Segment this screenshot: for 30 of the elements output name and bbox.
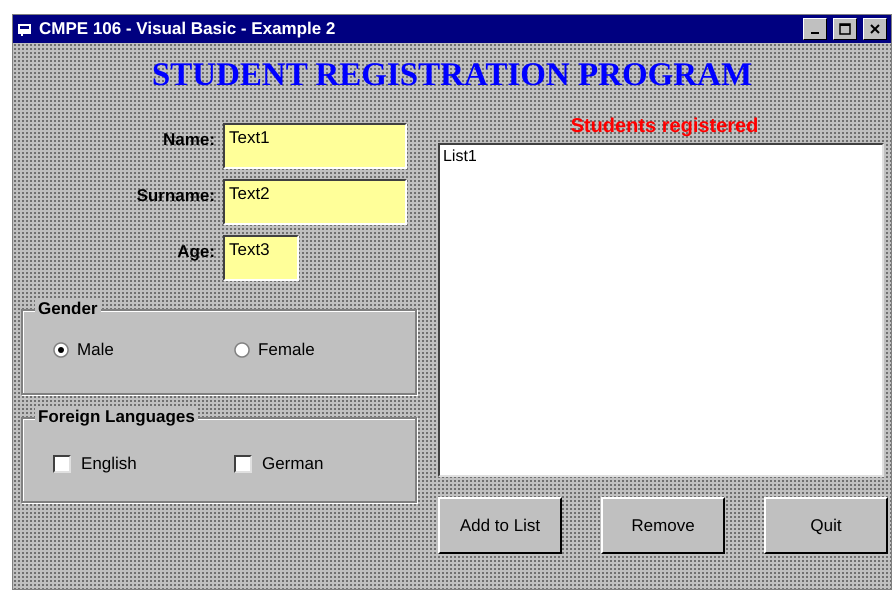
group-title: Foreign Languages [35, 407, 198, 427]
list-title: Students registered [570, 114, 758, 139]
program-heading: STUDENT REGISTRATION PROGRAM [152, 56, 752, 96]
command-button[interactable]: Remove [601, 497, 725, 554]
list-item[interactable]: List1 [443, 145, 879, 169]
radio-label: Male [77, 339, 114, 361]
checkbox[interactable] [234, 455, 252, 473]
app-icon [17, 22, 33, 36]
command-button[interactable]: Quit [764, 497, 888, 554]
student-list[interactable]: List1 [438, 143, 884, 477]
close-icon [869, 23, 881, 35]
text-field[interactable]: Text1 [223, 123, 407, 169]
checkbox-label: German [262, 453, 324, 476]
command-button[interactable]: Add to List [438, 497, 562, 554]
radio-label: Female [258, 339, 315, 361]
radio-button[interactable] [234, 342, 250, 358]
window-title: CMPE 106 - Visual Basic - Example 2 [39, 18, 336, 40]
maximize-button[interactable] [833, 18, 857, 40]
text-field[interactable]: Text2 [223, 179, 407, 225]
field-label: Name: [162, 129, 216, 151]
close-button[interactable] [863, 18, 887, 40]
field-label: Age: [176, 241, 216, 263]
checkbox-label: English [81, 453, 137, 476]
field-label: Surname: [136, 185, 216, 207]
minimize-icon [811, 32, 819, 34]
minimize-button[interactable] [803, 18, 827, 40]
checkbox[interactable] [53, 455, 71, 473]
text-field[interactable]: Text3 [223, 235, 299, 281]
maximize-icon [839, 23, 851, 35]
radio-button[interactable] [53, 342, 69, 358]
